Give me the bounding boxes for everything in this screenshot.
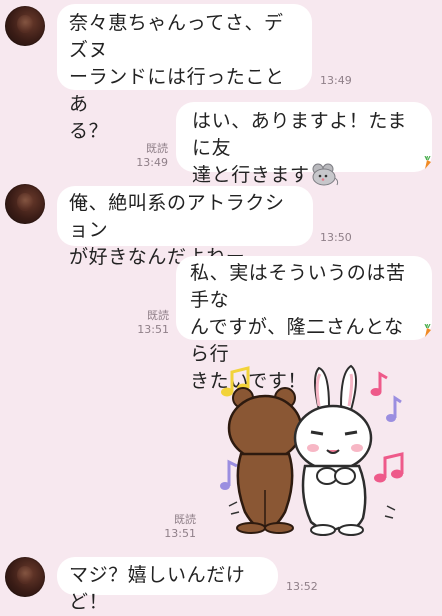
avatar[interactable]: [5, 557, 45, 597]
music-note-icon: [220, 459, 238, 490]
bunny-icon: [293, 364, 373, 536]
read-receipt: 既読: [147, 309, 169, 322]
music-note-icon: [370, 371, 388, 396]
message-bubble[interactable]: はい、ありますよ！たまに友 達と行きます: [176, 102, 432, 186]
message-time: 13:52: [286, 580, 318, 593]
message-text-line: マジ？嬉しいんだけど！: [69, 564, 246, 613]
message-time: 13:50: [320, 231, 352, 244]
avatar[interactable]: [5, 6, 45, 46]
message-bubble[interactable]: 俺、絶叫系のアトラクション が好きなんだよねー: [57, 186, 313, 268]
message-text-line: はい、ありますよ！たまに友: [192, 110, 408, 159]
music-note-icon: [386, 395, 402, 422]
message-text: 達と行きます: [192, 164, 310, 186]
mouse-icon: [310, 163, 340, 195]
read-receipt: 既読: [146, 142, 168, 155]
message-bubble[interactable]: 私、実はそういうのは苦手な んですが、隆二さんとなら行 きたいです！: [176, 256, 432, 392]
carrot-icon: [424, 156, 431, 169]
message-time: 13:49: [320, 74, 352, 87]
message-meta: 既読 13:51: [158, 513, 196, 541]
message-text-line: 俺、絶叫系のアトラクション: [69, 192, 285, 241]
bear-and-bunny-sticker[interactable]: [215, 362, 415, 540]
read-receipt: 既読: [174, 513, 196, 526]
message-meta: 既読 13:49: [130, 142, 168, 170]
message-time: 13:49: [136, 156, 168, 169]
carrot-icon: [424, 324, 431, 337]
bear-icon: [227, 387, 303, 534]
message-bubble[interactable]: マジ？嬉しいんだけど！: [57, 557, 278, 613]
avatar[interactable]: [5, 184, 45, 224]
message-text-line: 私、実はそういうのは苦手な: [190, 262, 406, 311]
message-time: 13:51: [137, 323, 169, 336]
message-text-line: んですが、隆二さんとなら行: [190, 316, 404, 365]
music-note-icon: [374, 452, 404, 483]
message-meta: 既読 13:51: [131, 309, 169, 337]
message-bubble[interactable]: 奈々恵ちゃんってさ、デズヌ ーランドには行ったことあ る？: [57, 4, 312, 142]
message-time: 13:51: [164, 527, 196, 540]
message-text-line: 奈々恵ちゃんってさ、デズヌ: [69, 12, 284, 61]
